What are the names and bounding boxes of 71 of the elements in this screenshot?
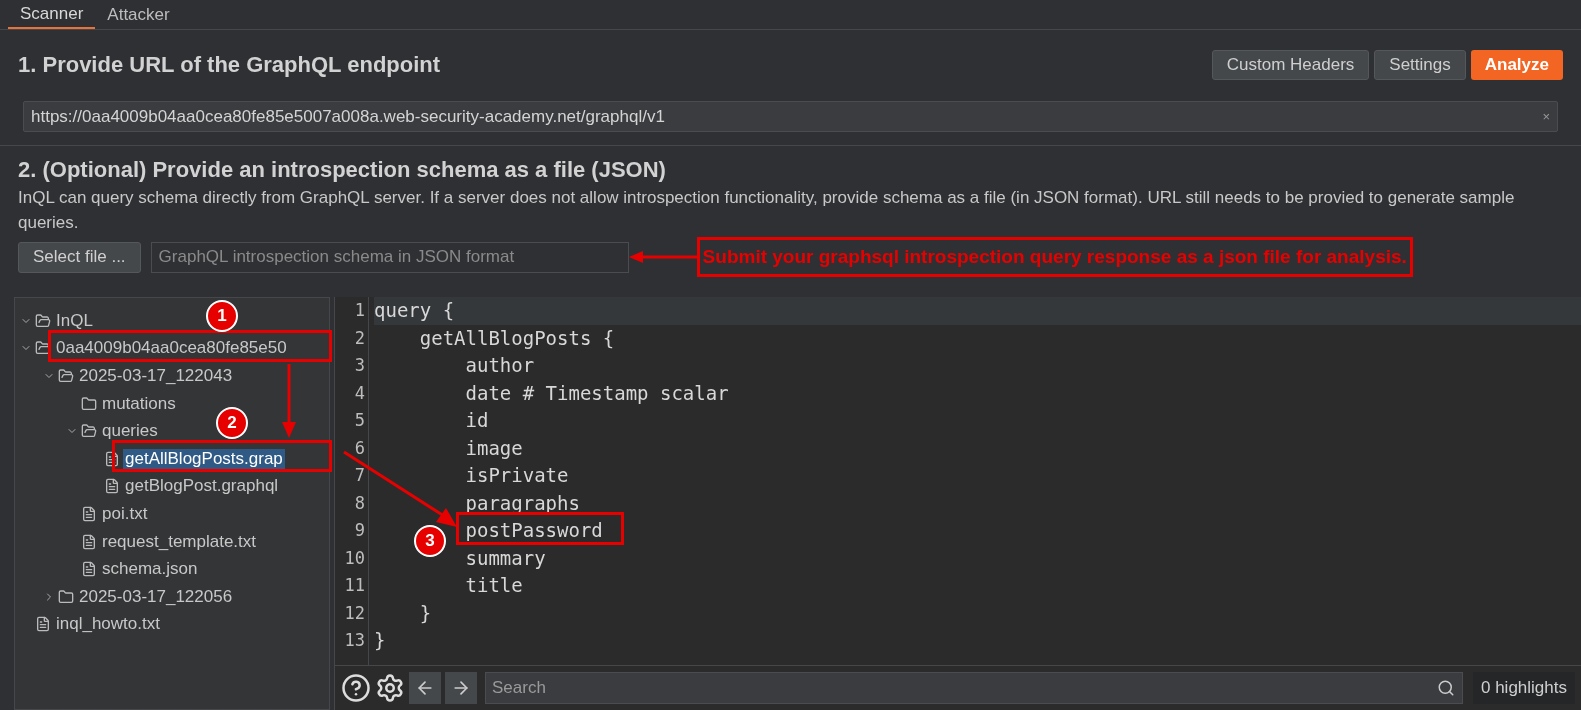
clear-button[interactable]: × [1542,106,1550,127]
line-number: 11 [343,574,365,597]
select-file-button[interactable]: Select file ... [18,241,141,273]
tree-item[interactable]: 2025-03-17_122056 [77,586,235,607]
help-icon[interactable] [341,673,371,704]
code-line: query { [374,300,455,320]
code-line: image [465,437,523,458]
line-number: 1 [353,299,365,322]
section-title: 1. Provide URL of the GraphQL endpoint [18,51,441,79]
tree-item[interactable]: request_template.txt [100,531,259,552]
line-number: 5 [353,409,365,432]
section-title: 2. (Optional) Provide an introspection schema as a file (JSON) [18,156,667,184]
line-number: 9 [353,519,365,542]
file-icon [81,533,97,550]
tab[interactable]: Attacker [95,0,182,29]
code-line: } [374,630,386,650]
line-number: 10 [343,546,365,570]
tree-item[interactable]: queries [100,421,160,442]
url-text: https://0aa4009b04aa0cea80fe85e5007a008a.web-security-academy.net/graphql/v1 [31,105,665,128]
tree-item[interactable]: getAllBlogPosts.grap [123,448,285,469]
code-line: } [419,602,432,623]
code-line: title [465,575,523,595]
line-number: 13 [343,629,365,652]
search-field[interactable]: Search [485,672,1463,705]
line-number: 2 [353,326,365,350]
tree-item[interactable]: getBlogPost.graphql [123,476,281,497]
file-icon [35,616,51,633]
tree-item[interactable]: poi.txt [100,503,150,524]
line-number: 7 [353,464,365,487]
folder-icon [58,588,74,605]
tree-item[interactable]: 2025-03-17_122043 [77,366,235,386]
code-line: summary [465,547,546,568]
tree-item[interactable]: 0aa4009b04aa0cea80fe85e50 [54,338,289,359]
folder-icon [81,423,97,440]
tree-item[interactable]: schema.json [100,559,200,580]
code-line: author [465,355,535,375]
highlights-count: 0 highlights [1473,672,1575,705]
settings-icon[interactable] [375,673,405,704]
action-button[interactable]: Custom Headers [1211,50,1370,80]
code-line: id [465,410,489,430]
folder-icon [35,312,51,329]
file-icon [104,478,120,495]
line-number: 8 [353,491,365,515]
code-line: postPassword [465,520,603,540]
file-icon [81,561,97,578]
tree-item[interactable]: mutations [100,393,178,414]
folder-icon [81,395,97,412]
code-line: date # Timestamp scalar [465,382,729,403]
tree-item[interactable]: inql_howto.txt [54,614,162,635]
folder-icon [35,340,51,357]
file-icon [81,505,97,522]
folder-icon [58,368,74,384]
annotation-callout: Submit your graphsql introspection query response as a json file for analysis. [696,237,1413,277]
schema-file-field[interactable]: GraphQL introspection schema in JSON format [150,241,629,273]
tab[interactable]: Scanner [8,0,96,29]
action-button[interactable]: Settings [1374,50,1466,80]
line-number: 4 [353,381,365,405]
line-number: 12 [343,601,365,625]
description-text: InQL can query schema directly from GraphQL server. If a server does not allow introspection functionality, provide schema as a file (in JSON format). URL still needs to be provied to generate sample queries. [18,187,1516,234]
annotation-arrow [628,250,697,264]
code-line: getAllBlogPosts { [419,327,615,348]
tree-item[interactable]: InQL [54,310,95,331]
url-field[interactable]: https://0aa4009b04aa0cea80fe85e5007a008a.web-security-academy.net/graphql/v1 × [23,101,1558,132]
back-button[interactable] [409,672,441,705]
line-number: 3 [353,354,365,377]
forward-button[interactable] [445,672,477,705]
search-icon [1437,679,1455,698]
code-line: isPrivate [465,465,569,485]
line-number: 6 [353,436,365,460]
code-line: paragraphs [465,492,580,513]
file-icon [104,450,120,467]
